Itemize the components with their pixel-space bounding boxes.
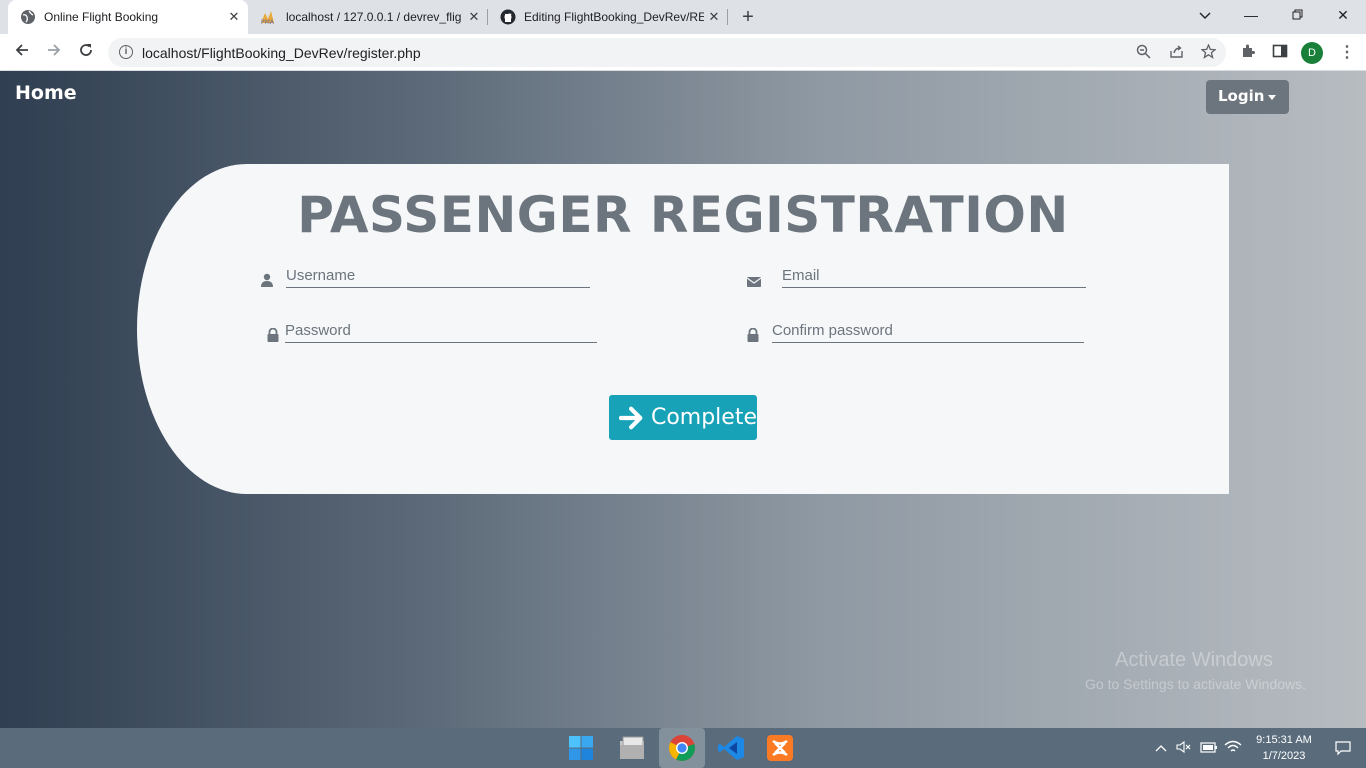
battery-icon[interactable]: [1200, 740, 1218, 757]
confirm-password-field[interactable]: [772, 319, 1084, 343]
taskbar: 9:15:31 AM 1/7/2023: [0, 728, 1366, 768]
taskbar-clock[interactable]: 9:15:31 AM 1/7/2023: [1244, 732, 1324, 764]
tab-title: localhost / 127.0.0.1 / devrev_flig: [286, 10, 462, 24]
tab-title: Editing FlightBooking_DevRev/RE: [524, 10, 704, 24]
close-tab-icon[interactable]: ✕: [464, 9, 484, 25]
xampp-icon: [767, 735, 793, 761]
windows-logo-icon: [569, 736, 593, 760]
bookmark-star-icon[interactable]: [1199, 43, 1217, 62]
email-input[interactable]: [782, 264, 1086, 286]
back-button[interactable]: [8, 39, 36, 67]
restore-button[interactable]: [1274, 0, 1320, 34]
arrow-left-icon: [15, 44, 28, 56]
wifi-icon[interactable]: [1224, 740, 1242, 757]
tab-github[interactable]: Editing FlightBooking_DevRev/RE ✕: [488, 0, 728, 34]
tab-online-flight-booking[interactable]: Online Flight Booking ✕: [8, 0, 248, 34]
globe-icon: [21, 10, 35, 24]
phpmyadmin-icon: PMA: [261, 11, 275, 25]
svg-text:PMA: PMA: [261, 19, 275, 25]
profile-avatar[interactable]: D: [1301, 42, 1323, 64]
notification-icon[interactable]: [1335, 740, 1351, 759]
envelope-icon: [747, 277, 761, 287]
page-title: PASSENGER REGISTRATION: [297, 186, 1069, 244]
file-explorer-button[interactable]: [610, 728, 656, 768]
tab-phpmyadmin[interactable]: PMA localhost / 127.0.0.1 / devrev_flig …: [248, 0, 488, 34]
home-link[interactable]: Home: [15, 82, 77, 104]
reload-button[interactable]: [72, 39, 100, 67]
login-dropdown-button[interactable]: Login: [1206, 80, 1289, 114]
close-window-button[interactable]: ✕: [1320, 0, 1366, 34]
folder-icon: [620, 736, 644, 759]
chevron-down-icon: [1199, 12, 1211, 19]
login-label: Login: [1218, 87, 1265, 105]
activate-windows-text: Go to Settings to activate Windows.: [1085, 676, 1306, 692]
username-field[interactable]: [286, 264, 590, 288]
confirm-password-input[interactable]: [772, 319, 1084, 341]
page-viewport: Home Login PASSENGER REGISTRATION Userna…: [0, 71, 1366, 728]
vscode-button[interactable]: [708, 728, 754, 768]
site-info-icon[interactable]: i: [119, 45, 133, 59]
chrome-button[interactable]: [659, 728, 705, 768]
password-input[interactable]: [285, 319, 597, 341]
address-bar[interactable]: i localhost/FlightBooking_DevRev/registe…: [108, 38, 1226, 67]
github-icon: [500, 9, 516, 25]
close-tab-icon[interactable]: ✕: [224, 9, 244, 25]
activate-windows-heading: Activate Windows: [1115, 649, 1273, 671]
chrome-icon: [669, 735, 695, 761]
complete-label: Complete: [650, 405, 757, 430]
start-button[interactable]: [558, 728, 604, 768]
tab-title: Online Flight Booking: [44, 10, 159, 24]
share-icon[interactable]: [1167, 44, 1185, 62]
password-field[interactable]: [285, 319, 597, 343]
username-input[interactable]: [286, 264, 590, 286]
zoom-icon[interactable]: [1134, 44, 1152, 62]
reload-icon: [80, 44, 92, 56]
extensions-icon[interactable]: [1238, 43, 1258, 63]
new-tab-button[interactable]: +: [736, 4, 760, 30]
browser-toolbar: i localhost/FlightBooking_DevRev/registe…: [0, 34, 1366, 71]
volume-muted-icon[interactable]: [1176, 740, 1192, 757]
clock-date: 1/7/2023: [1262, 750, 1306, 762]
arrow-right-icon: [619, 406, 643, 429]
email-field[interactable]: [782, 264, 1086, 288]
vscode-icon: [718, 736, 744, 760]
caret-down-icon: [1268, 95, 1276, 100]
lock-icon: [747, 328, 759, 342]
registration-card: PASSENGER REGISTRATION Username Email Co…: [137, 164, 1229, 494]
side-panel-icon[interactable]: [1270, 43, 1290, 63]
close-tab-icon[interactable]: ✕: [704, 9, 724, 25]
user-icon: [261, 273, 273, 287]
tab-divider: [727, 9, 728, 25]
restore-icon: [1292, 9, 1302, 20]
lock-icon: [267, 328, 279, 342]
xampp-button[interactable]: [757, 728, 803, 768]
url-text[interactable]: localhost/FlightBooking_DevRev/register.…: [142, 45, 421, 61]
arrow-right-icon: [48, 44, 61, 56]
minimize-button[interactable]: —: [1228, 0, 1274, 34]
more-menu-icon[interactable]: ⋮: [1337, 43, 1357, 63]
show-hidden-icons-chevron[interactable]: [1155, 740, 1167, 755]
forward-button[interactable]: [40, 39, 68, 67]
complete-button[interactable]: Complete: [609, 395, 757, 440]
clock-time: 9:15:31 AM: [1256, 734, 1312, 746]
tab-strip: Online Flight Booking ✕ PMA localhost / …: [0, 0, 1366, 34]
tab-search-button[interactable]: [1182, 0, 1228, 34]
